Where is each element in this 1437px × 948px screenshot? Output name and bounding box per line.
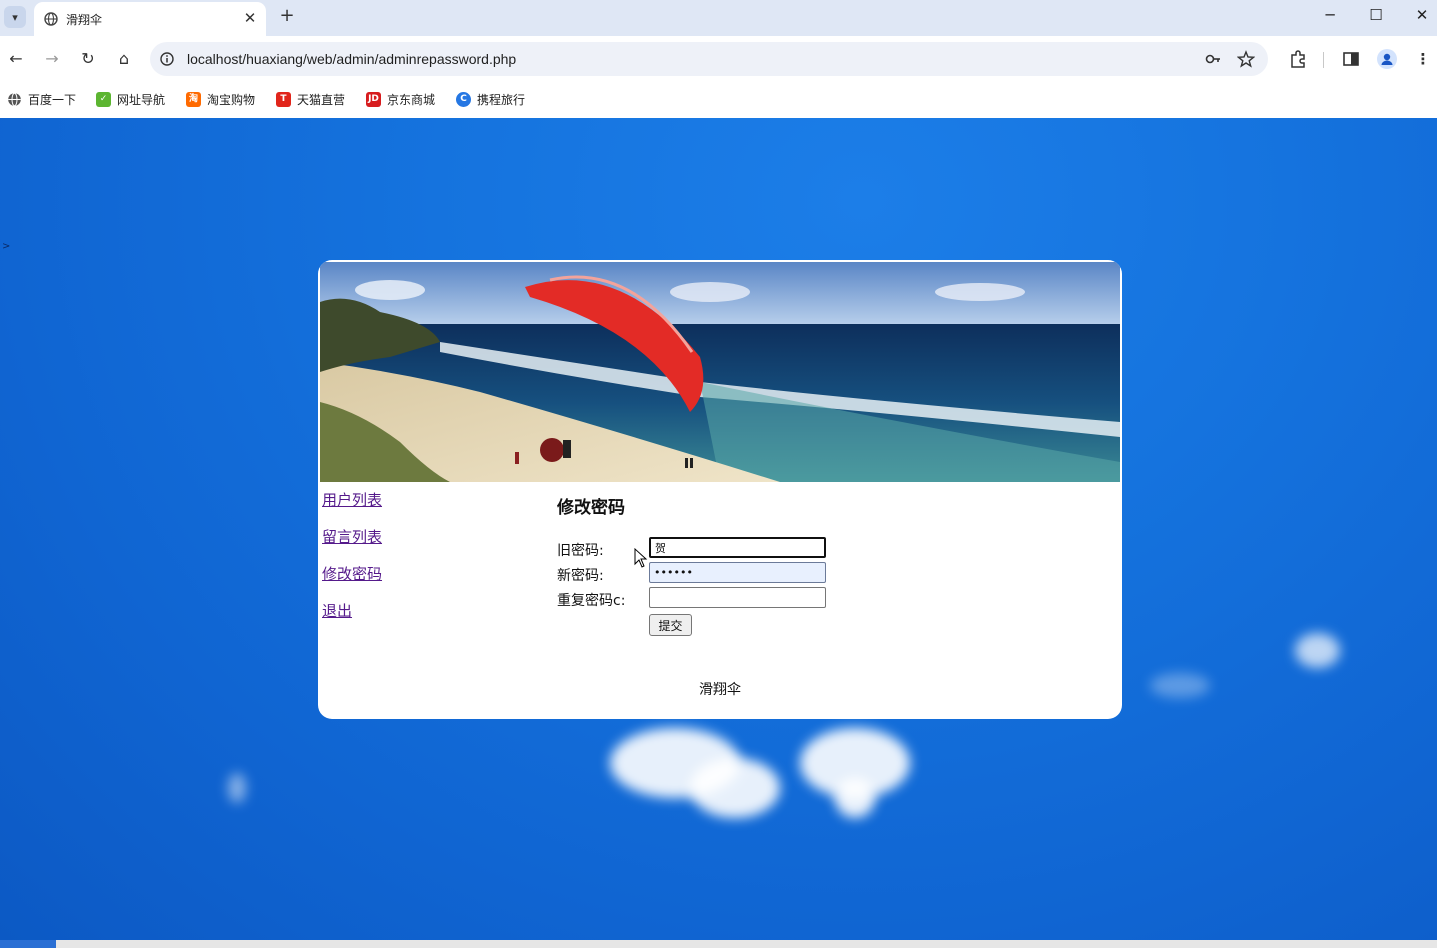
new-password-field[interactable] — [649, 562, 826, 583]
cloud-decoration — [835, 778, 875, 818]
tmall-icon: T — [276, 91, 291, 107]
site-info-icon[interactable] — [160, 52, 174, 66]
reload-button[interactable]: ↻ — [78, 49, 98, 69]
submit-button[interactable]: 提交 — [649, 614, 692, 636]
extensions-icon[interactable] — [1288, 49, 1308, 69]
side-panel-icon[interactable] — [1341, 49, 1361, 69]
new-password-label: 新密码: — [557, 568, 604, 584]
bookmark-tmall[interactable]: T 天猫直营 — [276, 90, 345, 108]
close-window-button[interactable]: ✕ — [1412, 6, 1432, 24]
minimize-button[interactable]: ─ — [1320, 6, 1340, 24]
bookmark-baidu[interactable]: 百度一下 — [7, 90, 76, 108]
bookmark-ctrip[interactable]: C 携程旅行 — [456, 90, 525, 108]
jd-icon: JD — [366, 91, 381, 107]
hao123-icon: ✓ — [96, 91, 111, 107]
globe-icon — [8, 92, 21, 106]
taskbar-accent — [0, 940, 56, 948]
sidebar-link-user-list[interactable]: 用户列表 — [322, 489, 382, 510]
profile-avatar[interactable] — [1377, 49, 1397, 69]
ctrip-icon: C — [456, 91, 471, 107]
bookmarks-bar: 百度一下 ✓ 网址导航 淘 淘宝购物 T 天猫直营 JD 京东商城 C 携程旅行 — [0, 82, 1437, 118]
url-text[interactable]: localhost/huaxiang/web/admin/adminrepass… — [187, 51, 516, 67]
more-menu-icon[interactable]: ⋮ — [1413, 49, 1433, 69]
toolbar-divider — [1323, 52, 1324, 68]
old-password-field[interactable] — [649, 537, 826, 558]
chevron-down-icon: ▾ — [12, 10, 18, 24]
repeat-password-label: 重复密码c: — [557, 593, 626, 609]
old-password-label: 旧密码: — [557, 543, 604, 559]
cloud-decoration — [690, 758, 780, 818]
browser-toolbar: ← → ↻ ⌂ localhost/huaxiang/web/admin/adm… — [0, 36, 1437, 82]
address-bar[interactable]: localhost/huaxiang/web/admin/adminrepass… — [150, 42, 1268, 76]
taskbar-strip — [0, 940, 1437, 948]
tab-search-button[interactable]: ▾ — [4, 6, 26, 28]
new-tab-button[interactable]: + — [278, 5, 296, 26]
globe-icon — [44, 12, 58, 26]
sidebar-link-logout[interactable]: 退出 — [322, 600, 352, 621]
bookmark-jd[interactable]: JD 京东商城 — [366, 90, 435, 108]
star-icon[interactable] — [1237, 50, 1255, 68]
cloud-decoration — [1295, 633, 1340, 668]
tab-close-icon[interactable]: ✕ — [242, 9, 258, 27]
cloud-decoration — [1150, 673, 1210, 698]
maximize-button[interactable]: ☐ — [1366, 6, 1386, 24]
forward-button[interactable]: → — [42, 49, 62, 69]
form-title: 修改密码 — [557, 498, 625, 518]
stray-text: > — [2, 241, 11, 252]
key-icon[interactable] — [1204, 50, 1222, 68]
repeat-password-field[interactable] — [649, 587, 826, 608]
banner-image — [320, 262, 1120, 482]
taobao-icon: 淘 — [186, 91, 201, 107]
mouse-cursor-icon — [634, 548, 648, 568]
active-tab[interactable]: 滑翔伞 ✕ — [34, 2, 266, 36]
page-background: > 用户列表 留言列表 修改密码 退出 修改密码 旧密码: 贺 新密码: •••… — [0, 118, 1437, 940]
person-icon — [1381, 53, 1393, 65]
footer-text: 滑翔伞 — [699, 682, 741, 698]
back-button[interactable]: ← — [6, 49, 26, 69]
sidebar-link-message-list[interactable]: 留言列表 — [322, 526, 382, 547]
bookmark-taobao[interactable]: 淘 淘宝购物 — [186, 90, 255, 108]
bookmark-hao123[interactable]: ✓ 网址导航 — [96, 90, 165, 108]
tab-title: 滑翔伞 — [66, 13, 103, 27]
main-card: 用户列表 留言列表 修改密码 退出 修改密码 旧密码: 新密码: 重复密码c: … — [318, 260, 1122, 719]
sidebar-link-change-password[interactable]: 修改密码 — [322, 563, 382, 584]
cloud-decoration — [228, 773, 246, 803]
tab-bar: ▾ 滑翔伞 ✕ + ─ ☐ ✕ — [0, 0, 1437, 36]
home-button[interactable]: ⌂ — [114, 49, 134, 69]
